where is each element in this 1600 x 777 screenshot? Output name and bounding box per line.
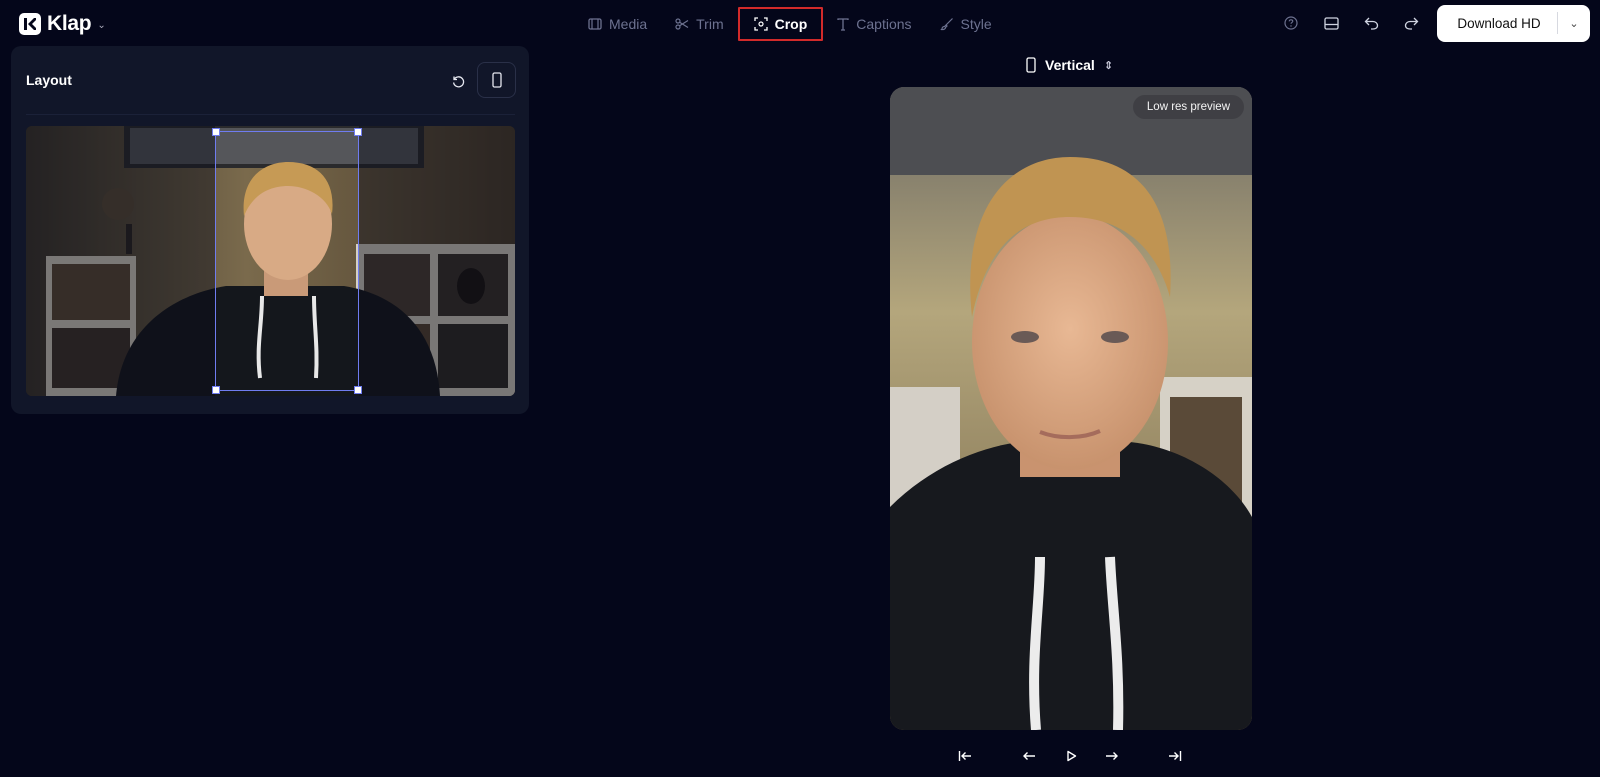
- divider: [26, 114, 515, 115]
- phone-icon: [1026, 57, 1036, 73]
- tab-label: Media: [609, 16, 648, 32]
- tab-trim[interactable]: Trim: [661, 7, 737, 41]
- scissors-icon: [675, 18, 689, 30]
- preview-video-frame: [890, 87, 1252, 730]
- reset-layout-button[interactable]: [445, 68, 471, 94]
- layout-toggle-button[interactable]: [1311, 4, 1351, 42]
- crop-handle-bottom-right[interactable]: [354, 386, 362, 394]
- film-icon: [588, 18, 602, 30]
- skip-to-start-button[interactable]: [953, 744, 977, 768]
- chevron-down-icon[interactable]: ⌄: [1558, 17, 1590, 30]
- download-button[interactable]: Download HD ⌄: [1437, 4, 1590, 42]
- layout-toggle-icon: [1323, 16, 1339, 30]
- tab-captions[interactable]: Captions: [823, 7, 925, 41]
- undo-icon: [1364, 17, 1378, 30]
- layout-panel: Layout: [11, 46, 529, 414]
- tab-label: Trim: [696, 16, 724, 32]
- crop-mask-left: [26, 126, 215, 396]
- klap-logo-icon: [19, 13, 41, 35]
- app-name: Klap: [47, 12, 92, 35]
- tab-style[interactable]: Style: [926, 7, 1006, 41]
- video-preview[interactable]: Low res preview: [890, 87, 1252, 730]
- playback-controls: [0, 744, 1600, 768]
- help-icon: [1284, 16, 1298, 30]
- source-video-frame[interactable]: [26, 126, 515, 396]
- crop-mask-right: [359, 126, 515, 396]
- crop-handle-top-right[interactable]: [354, 128, 362, 136]
- help-button[interactable]: [1271, 4, 1311, 42]
- panel-title: Layout: [26, 72, 72, 88]
- play-icon: [1067, 750, 1077, 762]
- brush-icon: [939, 18, 953, 31]
- step-back-icon: [1023, 752, 1035, 760]
- aspect-ratio-select[interactable]: Vertical ⇕: [1026, 54, 1113, 76]
- text-icon: [837, 17, 849, 31]
- skip-to-start-icon: [958, 751, 971, 761]
- download-label: Download HD: [1457, 15, 1541, 31]
- crop-icon: [753, 17, 768, 31]
- crop-selection-box[interactable]: [212, 128, 362, 394]
- tab-crop[interactable]: Crop: [737, 7, 824, 41]
- step-forward-button[interactable]: [1100, 744, 1124, 768]
- step-back-button[interactable]: [1017, 744, 1041, 768]
- tab-label: Captions: [856, 16, 912, 32]
- tab-label: Style: [960, 16, 992, 32]
- step-forward-icon: [1106, 752, 1118, 760]
- chevron-updown-icon: ⇕: [1103, 59, 1114, 72]
- crop-handle-top-left[interactable]: [212, 128, 220, 136]
- reset-icon: [452, 76, 465, 88]
- skip-to-end-icon: [1169, 751, 1182, 761]
- undo-button[interactable]: [1351, 4, 1391, 42]
- toolbar-right: Download HD ⌄: [1271, 4, 1600, 42]
- play-button[interactable]: [1059, 744, 1083, 768]
- redo-icon: [1404, 17, 1418, 30]
- aspect-ratio-label: Vertical: [1045, 57, 1095, 73]
- tab-label: Crop: [774, 16, 808, 32]
- editor-tabs: Media Trim Crop Captions Style: [574, 7, 1006, 41]
- skip-to-end-button[interactable]: [1163, 744, 1187, 768]
- orientation-button[interactable]: [477, 62, 516, 98]
- redo-button[interactable]: [1391, 4, 1431, 42]
- crop-handle-bottom-left[interactable]: [212, 386, 220, 394]
- chevron-down-icon: ⌄: [97, 20, 106, 31]
- phone-icon: [491, 72, 502, 88]
- app-logo-menu[interactable]: Klap ⌄: [19, 12, 106, 36]
- top-bar: Klap ⌄ Media Trim Crop Captions Style Do…: [0, 0, 1600, 46]
- low-res-preview-badge: Low res preview: [1132, 95, 1244, 119]
- tab-media[interactable]: Media: [574, 7, 661, 41]
